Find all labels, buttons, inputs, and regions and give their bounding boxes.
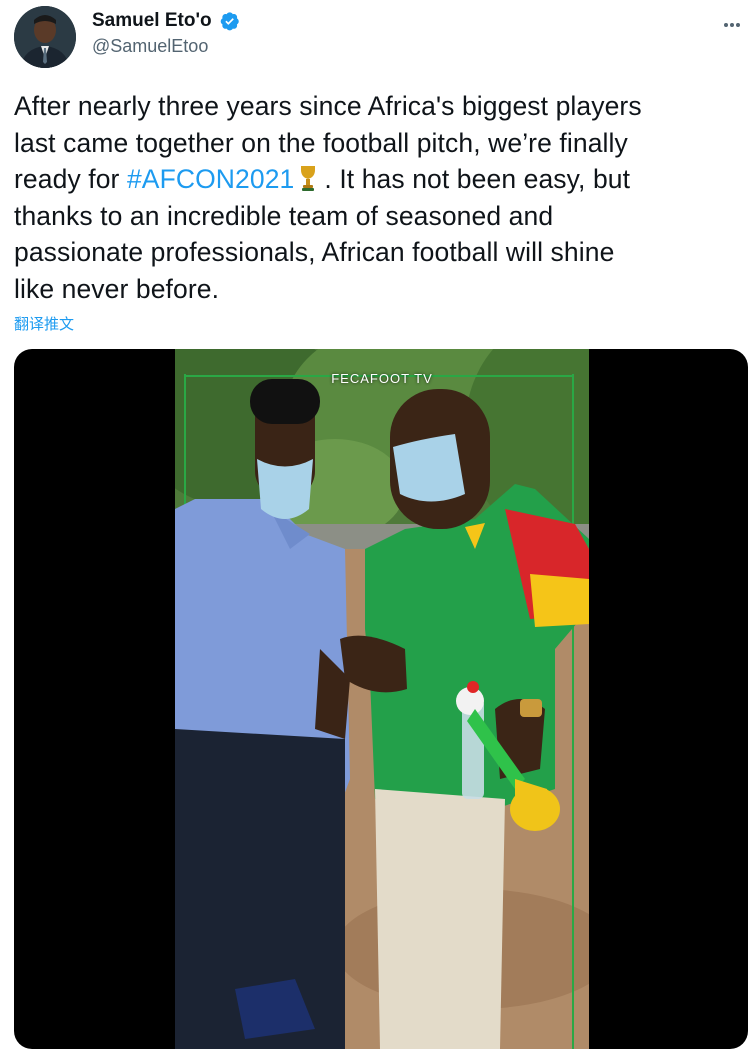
tweet-text-line: last came together on the football pitch…: [14, 125, 738, 162]
tweet-header: Samuel Eto'o @SamuelEtoo: [14, 6, 750, 70]
tweet-text-segment: thanks to an incredible team of seasoned…: [14, 200, 554, 231]
video-frame[interactable]: FECAFOOT TV: [175, 349, 589, 1049]
hashtag-link[interactable]: #AFCON2021: [127, 164, 294, 194]
tweet-text-segment: ready for: [14, 164, 127, 194]
video-scene: [175, 349, 589, 1049]
tweet-text-segment: like never before.: [14, 273, 220, 304]
tweet-text-segment: last came together on the football pitch…: [14, 127, 628, 158]
display-name[interactable]: Samuel Eto'o: [92, 10, 212, 32]
video-player[interactable]: FECAFOOT TV: [14, 349, 748, 1049]
translate-tweet-link[interactable]: 翻译推文: [14, 313, 74, 334]
tweet-text-line: thanks to an incredible team of seasoned…: [14, 198, 738, 235]
tweet-text-line: After nearly three years since Africa's …: [14, 88, 738, 125]
tweet-text: After nearly three years since Africa's …: [14, 88, 738, 307]
author-block: Samuel Eto'o @SamuelEtoo: [92, 10, 240, 57]
tweet-text-line: passionate professionals, African footba…: [14, 234, 738, 271]
tweet-text-segment: . It has not been easy, but: [324, 164, 631, 194]
tweet-text-line: ready for #AFCON2021 . It has not been ea…: [14, 161, 738, 198]
video-watermark: FECAFOOT TV: [331, 371, 433, 386]
verified-badge-icon: [220, 11, 240, 31]
tweet-text-segment: After nearly three years since Africa's …: [14, 91, 642, 121]
avatar[interactable]: [14, 6, 76, 68]
more-options-icon[interactable]: [724, 14, 746, 27]
tweet-text-line: like never before.: [14, 271, 738, 308]
trophy-icon: [298, 164, 318, 192]
handle[interactable]: @SamuelEtoo: [92, 36, 240, 57]
tweet-text-segment: passionate professionals, African footba…: [14, 237, 615, 267]
